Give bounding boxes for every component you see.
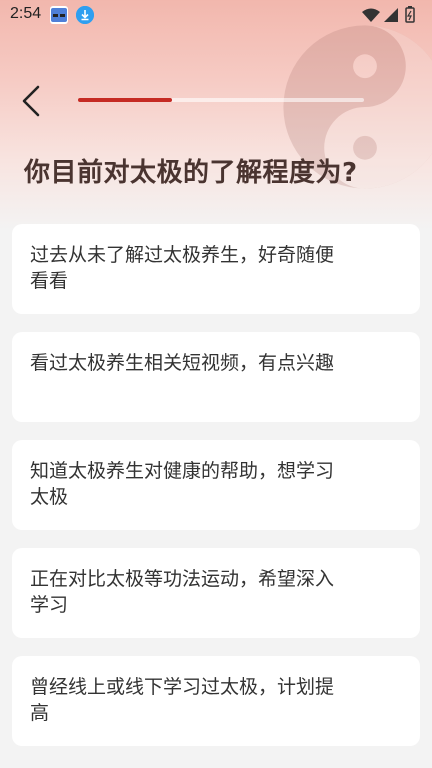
question-title: 你目前对太极的了解程度为?: [24, 158, 358, 188]
status-bar: 2:54: [0, 0, 432, 30]
chevron-left-icon: [22, 85, 40, 117]
back-button[interactable]: [14, 84, 48, 118]
option-list: 过去从未了解过太极养生，好奇随便看看 看过太极养生相关短视频，有点兴趣 知道太极…: [12, 224, 420, 764]
app-notification-icon: [50, 6, 68, 24]
option-card-4[interactable]: 正在对比太极等功法运动，希望深入学习: [12, 548, 420, 638]
download-icon: [76, 6, 94, 24]
option-card-3[interactable]: 知道太极养生对健康的帮助，想学习太极: [12, 440, 420, 530]
option-card-2[interactable]: 看过太极养生相关短视频，有点兴趣: [12, 332, 420, 422]
option-label: 正在对比太极等功法运动，希望深入学习: [30, 568, 335, 616]
option-label: 曾经线上或线下学习过太极，计划提高: [30, 676, 335, 724]
option-card-5[interactable]: 曾经线上或线下学习过太极，计划提高: [12, 656, 420, 746]
option-label: 知道太极养生对健康的帮助，想学习太极: [30, 460, 335, 508]
wifi-icon: [362, 8, 380, 22]
option-card-1[interactable]: 过去从未了解过太极养生，好奇随便看看: [12, 224, 420, 314]
progress-bar: [78, 98, 364, 102]
signal-icon: [384, 8, 398, 22]
option-label: 过去从未了解过太极养生，好奇随便看看: [30, 244, 335, 292]
battery-icon: [405, 7, 415, 23]
status-indicators: [360, 6, 420, 24]
progress-fill: [78, 98, 173, 102]
status-time: 2:54: [10, 5, 42, 22]
option-label: 看过太极养生相关短视频，有点兴趣: [30, 352, 335, 374]
